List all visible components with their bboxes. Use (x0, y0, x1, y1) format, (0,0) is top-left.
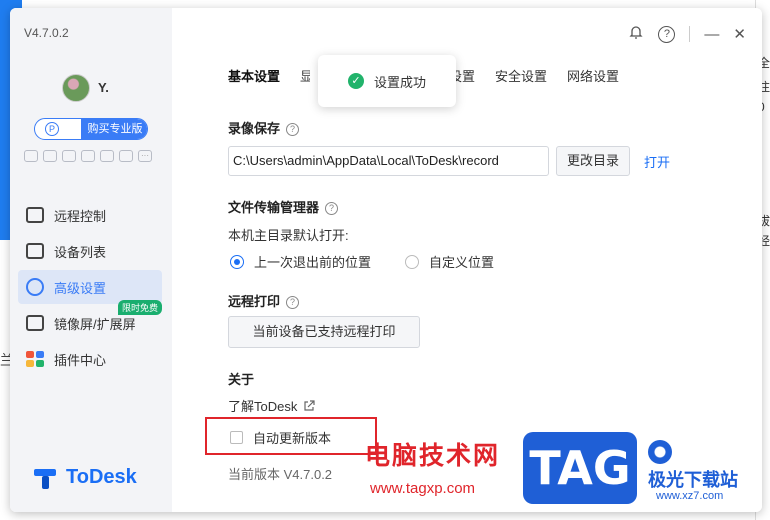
radio-button[interactable] (405, 254, 420, 269)
section-title-text: 文件传输管理器 (228, 200, 320, 215)
sidebar-item-mirror-screen[interactable]: 镜像屏/扩展屏 限时免费 (18, 300, 162, 340)
watermark-site-logo (648, 440, 672, 464)
current-version: 当前版本 V4.7.0.2 (228, 467, 333, 482)
monitor-icon[interactable] (43, 150, 57, 162)
watermark-url: www.tagxp.com (370, 480, 476, 497)
buy-pro-button[interactable]: P 购买专业版 (34, 118, 148, 140)
sidebar-nav: 远程控制 设备列表 高级设置 镜像屏/扩展屏 限时免费 插件中心 (18, 198, 162, 378)
learn-todesk-text: 了解ToDesk (228, 399, 298, 414)
sidebar-item-label: 镜像屏/扩展屏 (54, 316, 136, 332)
free-badge: 限时免费 (117, 300, 162, 315)
help-icon[interactable]: ? (286, 123, 300, 136)
sidebar-item-plugin-center[interactable]: 插件中心 (18, 342, 162, 376)
settings-icon (26, 278, 44, 296)
sidebar-item-label: 设备列表 (54, 244, 107, 260)
sidebar-item-remote-control[interactable]: 远程控制 (18, 198, 162, 232)
app-version: V4.7.0.2 (24, 26, 69, 40)
sidebar-item-label: 插件中心 (54, 352, 107, 368)
file-transfer-section-title: 文件传输管理器? (228, 197, 339, 216)
username[interactable]: Y. (98, 80, 109, 95)
recording-section-title: 录像保存? (228, 118, 300, 137)
external-link-icon (304, 399, 315, 411)
help-icon[interactable]: ? (286, 296, 300, 309)
sidebar: V4.7.0.2 Y. P 购买专业版 ··· 远程控制 设备列表 高级设置 镜… (10, 8, 172, 512)
help-icon[interactable]: ? (658, 25, 676, 43)
radio-label: 自定义位置 (429, 255, 495, 270)
more-icon[interactable]: ··· (138, 150, 152, 162)
todesk-logo-icon (34, 467, 58, 489)
check-circle-icon: ✓ (347, 73, 364, 89)
remote-control-icon (26, 207, 44, 223)
remote-print-section-title: 远程打印? (228, 291, 300, 310)
divider (689, 26, 691, 42)
sidebar-item-device-list[interactable]: 设备列表 (18, 234, 162, 268)
section-title-text: 录像保存 (228, 121, 281, 136)
tab-display[interactable]: 显 (300, 66, 310, 85)
radio-button[interactable] (230, 254, 244, 269)
mirror-screen-icon (26, 315, 44, 331)
brand-name: ToDesk (66, 466, 137, 488)
avatar[interactable] (62, 74, 90, 102)
feature-icon-row: ··· (24, 150, 152, 162)
watermark-text: 电脑技术网 (365, 442, 501, 470)
todesk-logo: ToDesk (34, 466, 137, 489)
help-icon[interactable]: ? (325, 202, 339, 215)
change-directory-button[interactable]: 更改目录 (556, 146, 630, 176)
tab-basic-settings[interactable]: 基本设置 (228, 66, 280, 85)
learn-todesk-link[interactable]: 了解ToDesk (228, 396, 315, 415)
toast-text: 设置成功 (373, 74, 426, 90)
radio-custom-location[interactable]: 自定义位置 (405, 252, 494, 271)
sidebar-item-advanced-settings[interactable]: 高级设置 (18, 270, 162, 304)
open-link[interactable]: 打开 (644, 152, 670, 171)
tablet-icon[interactable] (81, 150, 95, 162)
recording-path-input[interactable]: C:\Users\admin\AppData\Local\ToDesk\reco… (228, 146, 549, 176)
default-open-radio-group: 上一次退出前的位置 自定义位置 (230, 252, 494, 271)
close-icon[interactable]: ✕ (733, 25, 746, 43)
bell-icon[interactable] (628, 24, 644, 44)
window-icon[interactable] (119, 150, 133, 162)
tab-network-settings[interactable]: 网络设置 (567, 66, 619, 85)
sidebar-item-label: 远程控制 (54, 208, 107, 224)
sidebar-item-label: 高级设置 (54, 280, 107, 296)
about-section-title: 关于 (228, 372, 255, 387)
radio-label: 上一次退出前的位置 (254, 255, 372, 270)
buy-pro-label: 购买专业版 (81, 119, 147, 139)
gamepad-icon[interactable] (24, 150, 38, 162)
window-controls: ? — ✕ (628, 24, 746, 44)
bulb-icon[interactable] (100, 150, 114, 162)
pro-icon: P (45, 122, 59, 136)
remote-print-button[interactable]: 当前设备已支持远程打印 (228, 316, 420, 348)
watermark-site-name: 极光下载站 (648, 470, 738, 490)
red-highlight-box (205, 417, 377, 455)
plugin-center-icon (26, 351, 44, 367)
tab-security-settings[interactable]: 安全设置 (495, 66, 547, 85)
watermark-tag-logo: TAG (523, 432, 637, 504)
success-toast: ✓ 设置成功 (318, 55, 456, 107)
default-open-label: 本机主目录默认打开: (228, 228, 349, 243)
watermark-site-url: www.xz7.com (656, 490, 724, 502)
section-title-text: 远程打印 (228, 294, 281, 309)
card-icon[interactable] (62, 150, 76, 162)
device-list-icon (26, 243, 44, 259)
minimize-icon[interactable]: — (704, 26, 719, 43)
radio-last-location[interactable]: 上一次退出前的位置 (230, 252, 371, 271)
